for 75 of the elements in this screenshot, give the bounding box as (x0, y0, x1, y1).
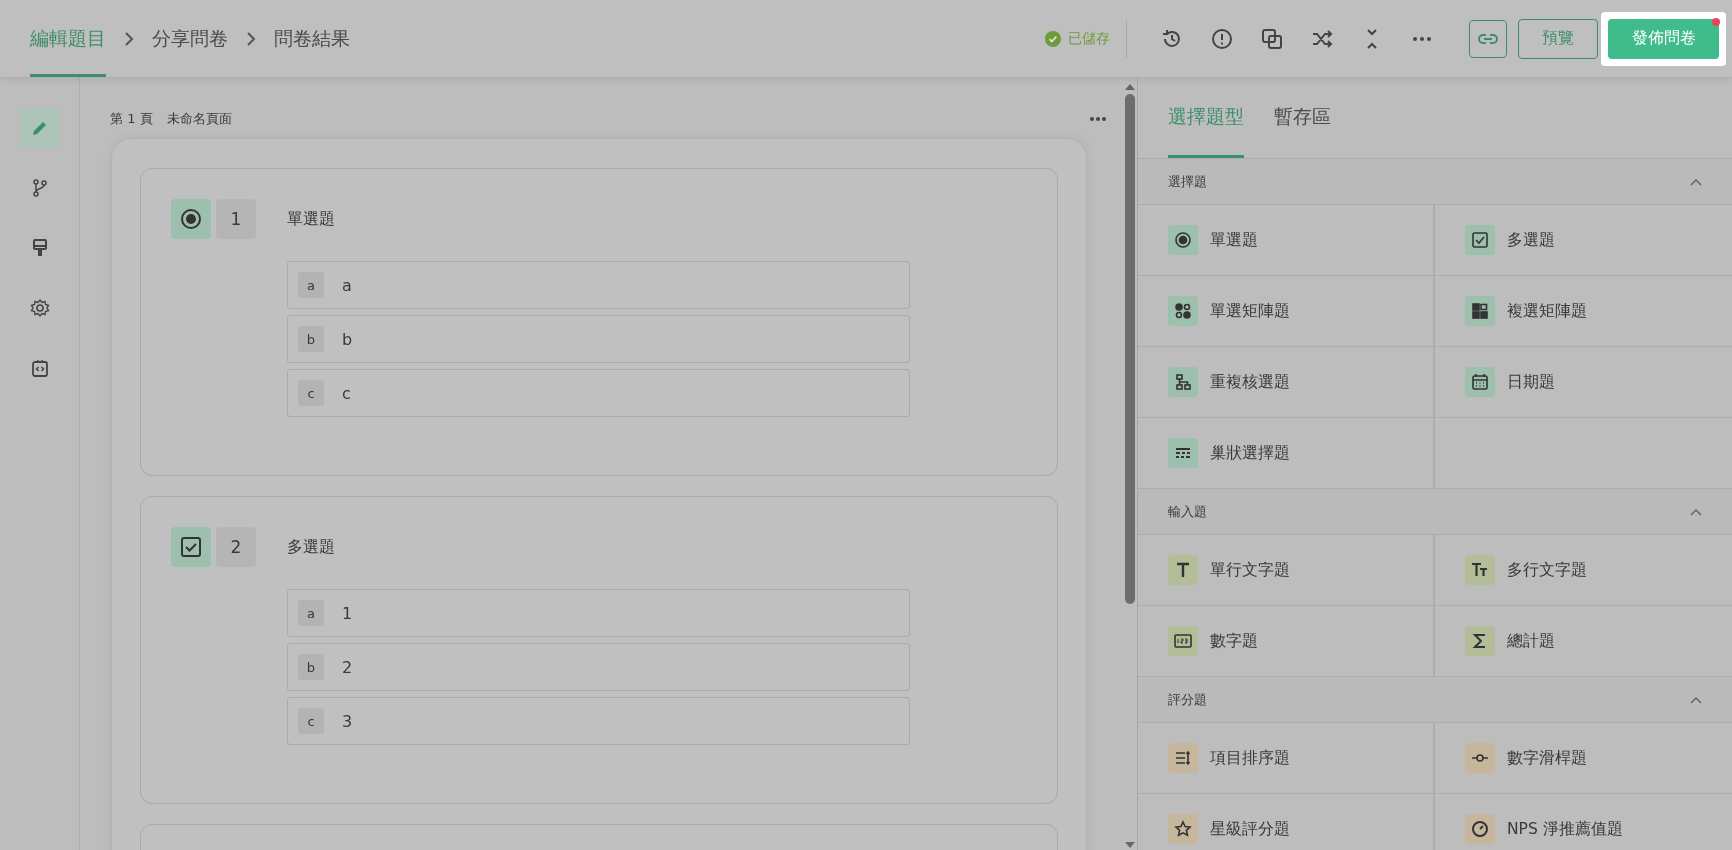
question-type-label: 複選矩陣題 (1507, 300, 1587, 322)
question-type-item[interactable]: 單選矩陣題 (1138, 276, 1435, 347)
section-title: 選擇題 (1168, 172, 1207, 191)
question-type-item[interactable]: 單行文字題 (1138, 535, 1435, 606)
panel-tab[interactable]: 暫存區 (1274, 78, 1331, 158)
option-field[interactable]: a 1 (287, 589, 910, 637)
link-icon (1478, 32, 1498, 45)
option-letter: a (298, 600, 324, 626)
option-text: b (342, 329, 353, 349)
option-text: 2 (342, 657, 353, 677)
question-type-item[interactable]: 數字滑桿題 (1435, 723, 1732, 794)
chevron-right-icon (246, 31, 256, 46)
question-type-label: 星級評分題 (1210, 818, 1290, 840)
question-type-label: 單選題 (1210, 229, 1258, 251)
step-tab[interactable]: 問卷結果 (274, 0, 350, 77)
question-type-label: NPS 淨推薦值題 (1507, 818, 1623, 840)
question-type-label: 數字題 (1210, 630, 1258, 652)
section-title: 評分題 (1168, 690, 1207, 709)
question-type-item[interactable]: 單選題 (1138, 205, 1435, 276)
option-letter: c (298, 708, 324, 734)
radio-icon (171, 199, 211, 239)
option-letter: a (298, 272, 324, 298)
question-type-item[interactable]: 日期題 (1435, 347, 1732, 418)
question-type-label: 項目排序題 (1210, 747, 1290, 769)
option-field[interactable]: b 2 (287, 643, 910, 691)
question-type-item[interactable]: 項目排序題 (1138, 723, 1435, 794)
option-text: c (342, 383, 351, 403)
scroll-down-icon[interactable] (1125, 842, 1135, 848)
question-type-label: 數字滑桿題 (1507, 747, 1587, 769)
question-type-label: 巢狀選擇題 (1210, 442, 1290, 464)
scroll-up-icon[interactable] (1125, 84, 1135, 90)
copy-icon[interactable] (1260, 26, 1284, 51)
chevron-right-icon (124, 31, 134, 46)
more-icon[interactable] (1089, 116, 1107, 122)
question-card[interactable]: 2 多選題 a 1 b 2 c 3 (140, 496, 1058, 804)
question-type-label: 單選矩陣題 (1210, 300, 1290, 322)
question-title: 單選題 (287, 208, 335, 230)
question-card[interactable]: 1 單選題 a a b b c c (140, 168, 1058, 476)
option-text: 1 (342, 603, 353, 623)
option-letter: b (298, 326, 324, 352)
option-field[interactable]: a a (287, 261, 910, 309)
checkbox-icon (171, 527, 211, 567)
option-letter: c (298, 380, 324, 406)
step-tab[interactable]: 分享問卷 (152, 0, 228, 77)
check-circle-icon (1045, 30, 1061, 47)
warning-icon[interactable] (1210, 26, 1234, 51)
option-letter: b (298, 654, 324, 680)
question-type-label: 多選題 (1507, 229, 1555, 251)
save-status: 已儲存 (1068, 29, 1110, 48)
question-type-label: 重複核選題 (1210, 371, 1290, 393)
section-title: 輸入題 (1168, 502, 1207, 521)
question-type-label: 單行文字題 (1210, 559, 1290, 581)
option-text: 3 (342, 711, 353, 731)
scrollbar-thumb[interactable] (1125, 94, 1135, 604)
question-type-label: 日期題 (1507, 371, 1555, 393)
option-field[interactable]: c c (287, 369, 910, 417)
chevron-up-icon[interactable] (1690, 507, 1702, 516)
question-type-label: 多行文字題 (1507, 559, 1587, 581)
question-type-item[interactable]: 重複核選題 (1138, 347, 1435, 418)
question-title: 多選題 (287, 536, 335, 558)
question-type-item[interactable]: 星級評分題 (1138, 794, 1435, 850)
question-number: 1 (216, 199, 256, 239)
question-number: 2 (216, 527, 256, 567)
page-number: 第 1 頁 (110, 110, 153, 128)
chevron-up-icon[interactable] (1690, 177, 1702, 186)
option-field[interactable]: c 3 (287, 697, 910, 745)
question-type-item[interactable]: 多選題 (1435, 205, 1732, 276)
question-type-item[interactable]: 多行文字題 (1435, 535, 1732, 606)
page-name: 未命名頁面 (166, 110, 232, 128)
option-text: a (342, 275, 352, 295)
question-type-label: 總計題 (1507, 630, 1555, 652)
chevron-up-icon[interactable] (1690, 695, 1702, 704)
question-type-item[interactable]: NPS 淨推薦值題 (1435, 794, 1732, 850)
option-field[interactable]: b b (287, 315, 910, 363)
question-type-item[interactable]: 複選矩陣題 (1435, 276, 1732, 347)
